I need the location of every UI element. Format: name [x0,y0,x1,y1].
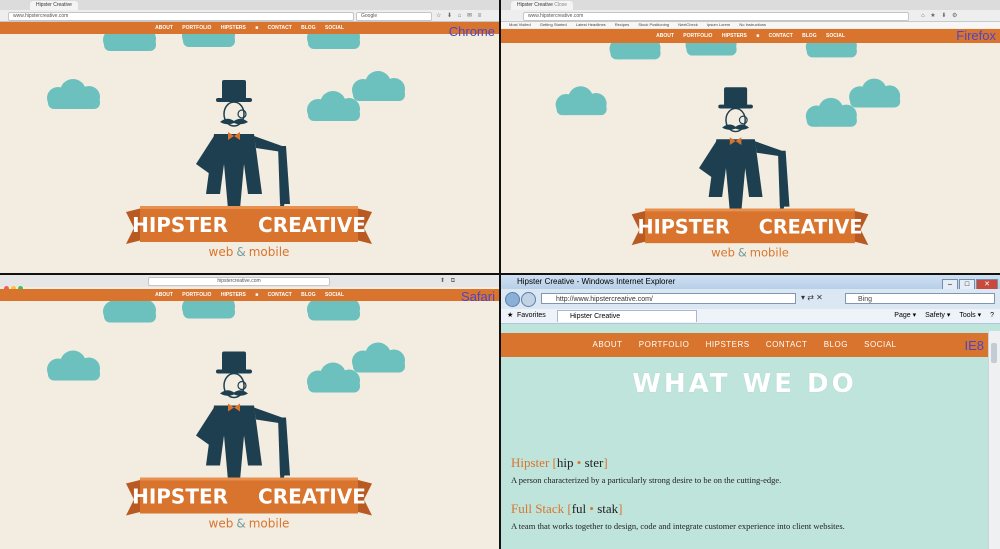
ie-scrollbar[interactable] [988,331,1000,549]
ie-favorites-bar: ★ Favorites Hipster Creative Page ▾ Safe… [501,309,1000,324]
ie8-window: Hipster Creative - Windows Internet Expl… [501,275,1000,549]
star-icon[interactable]: ★ [507,309,513,323]
nav-contact[interactable]: CONTACT [769,33,793,39]
firefox-toolbar-icons[interactable]: ⌂ ★ ⬇ ⚙ [921,12,959,19]
nav-blog[interactable]: BLOG [824,340,848,349]
bookmark-item[interactable]: Getting Started [540,22,567,27]
bookmark-item[interactable]: Stock Positioning [638,22,669,27]
site-nav: ABOUT PORTFOLIO HIPSTERS CONTACT BLOG SO… [501,333,988,357]
tagline-text: web & mobile [209,517,290,531]
definition-term: Hipster [hip • ster] [511,455,608,470]
nav-contact[interactable]: CONTACT [268,292,292,298]
tagline-text: web & mobile [711,246,789,260]
nav-about[interactable]: ABOUT [656,33,674,39]
firefox-window: Hipster Creative Close www.hipstercreati… [501,0,1000,273]
ie-url-field[interactable]: http://www.hipstercreative.com/ [541,293,796,304]
nav-portfolio[interactable]: PORTFOLIO [182,25,211,31]
tagline-text: web & mobile [209,245,290,259]
nav-blog[interactable]: BLOG [301,25,315,31]
help-icon[interactable]: ? [990,312,994,319]
nav-hipsters[interactable]: HIPSTERS [706,340,750,349]
bookmark-item[interactable]: No Instructions [739,22,766,27]
nav-portfolio[interactable]: PORTFOLIO [683,33,712,39]
firefox-url-field[interactable]: www.hipstercreative.com [523,12,909,21]
ie-title-bar: Hipster Creative - Windows Internet Expl… [501,275,1000,291]
tools-menu[interactable]: Tools ▾ [959,312,981,319]
firefox-tabbar: Hipster Creative Close [501,0,1000,10]
chrome-search-field[interactable]: Google [356,12,432,21]
site-nav: ABOUT PORTFOLIO HIPSTERS ■ CONTACT BLOG … [0,289,499,301]
bookmark-item[interactable]: Ipsum Lorem [707,22,730,27]
chrome-tabbar: Hipster Creative [0,0,499,15]
nav-contact[interactable]: CONTACT [766,340,808,349]
definition-term: Full Stack [ful • stak] [511,501,623,516]
nav-social[interactable]: SOCIAL [325,292,344,298]
bookmark-item[interactable]: NextCheck [678,22,698,27]
chrome-address-bar: www.hipstercreative.com Google ☆ ⬇ ⌂ ✉ ≡ [0,10,499,22]
forward-icon[interactable] [521,292,536,307]
safety-menu[interactable]: Safety ▾ [925,312,950,319]
chrome-toolbar-icons[interactable]: ☆ ⬇ ⌂ ✉ ≡ [436,12,483,19]
definition-text: A team that works together to design, co… [511,521,845,531]
nav-blog[interactable]: BLOG [301,292,315,298]
safari-toolbar: hipstercreative.com ⬆ ⧉ [0,275,499,291]
chrome-url-field[interactable]: www.hipstercreative.com [8,12,354,21]
section-heading: WHAT WE DO [632,369,857,399]
nav-social[interactable]: SOCIAL [325,25,344,31]
nav-about[interactable]: ABOUT [155,292,173,298]
nav-portfolio[interactable]: PORTFOLIO [639,340,690,349]
safari-window: hipstercreative.com ⬆ ⧉ ABOUT PORTFOLIO … [0,275,499,549]
definition-text: A person characterized by a particularly… [511,475,782,485]
chrome-tab[interactable]: Hipster Creative [30,1,78,10]
bookmark-item[interactable]: Latest Headlines [576,22,606,27]
hat-logo-icon[interactable]: ■ [756,33,759,39]
ie-window-title: Hipster Creative - Windows Internet Expl… [517,277,676,286]
hat-logo-icon[interactable]: ■ [255,292,258,298]
ie-tab[interactable]: Hipster Creative [557,310,697,322]
nav-social[interactable]: SOCIAL [826,33,845,39]
browser-label: IE8 [964,338,984,353]
hero-illustration: HIPSTER CREATIVE web & mobile [0,34,499,259]
nav-contact[interactable]: CONTACT [268,25,292,31]
nav-blog[interactable]: BLOG [802,33,816,39]
favorites-button[interactable]: Favorites [517,309,546,323]
ie-nav-icons[interactable]: ▾ ⇄ ✕ [801,293,823,302]
ie-page-content: ABOUT PORTFOLIO HIPSTERS CONTACT BLOG SO… [501,331,988,549]
firefox-address-bar: www.hipstercreative.com ⌂ ★ ⬇ ⚙ [501,10,1000,22]
browser-label: Firefox [956,28,996,43]
ie-address-bar: http://www.hipstercreative.com/ ▾ ⇄ ✕ Bi… [501,289,1000,309]
hero-illustration: HIPSTER CREATIVE web & mobile [0,301,499,531]
bookmark-item[interactable]: Recipes [615,22,629,27]
firefox-tab[interactable]: Hipster Creative Close [511,1,574,10]
nav-about[interactable]: ABOUT [593,340,623,349]
safari-toolbar-icons[interactable]: ⬆ ⧉ [440,277,457,285]
nav-hipsters[interactable]: HIPSTERS [221,292,246,298]
back-icon[interactable] [505,292,520,307]
hero-illustration: HIPSTER CREATIVE web & mobile [501,43,1000,260]
safari-url-field[interactable]: hipstercreative.com [148,277,330,286]
ie-command-bar: Page ▾ Safety ▾ Tools ▾ ? [887,309,994,323]
site-nav: ABOUT PORTFOLIO HIPSTERS ■ CONTACT BLOG … [501,29,1000,43]
site-nav: ABOUT PORTFOLIO HIPSTERS ■ CONTACT BLOG … [0,22,499,34]
bookmark-item[interactable]: Most Visited [509,22,531,27]
nav-social[interactable]: SOCIAL [864,340,896,349]
nav-hipsters[interactable]: HIPSTERS [221,25,246,31]
nav-about[interactable]: ABOUT [155,25,173,31]
ie-search-field[interactable]: Bing [845,293,995,304]
nav-portfolio[interactable]: PORTFOLIO [182,292,211,298]
chrome-window: Hipster Creative www.hipstercreative.com… [0,0,499,273]
page-menu[interactable]: Page ▾ [894,312,916,319]
hat-logo-icon[interactable]: ■ [255,25,258,31]
nav-hipsters[interactable]: HIPSTERS [722,33,747,39]
firefox-bookmarks-bar: Most Visited Getting Started Latest Head… [501,22,1000,28]
